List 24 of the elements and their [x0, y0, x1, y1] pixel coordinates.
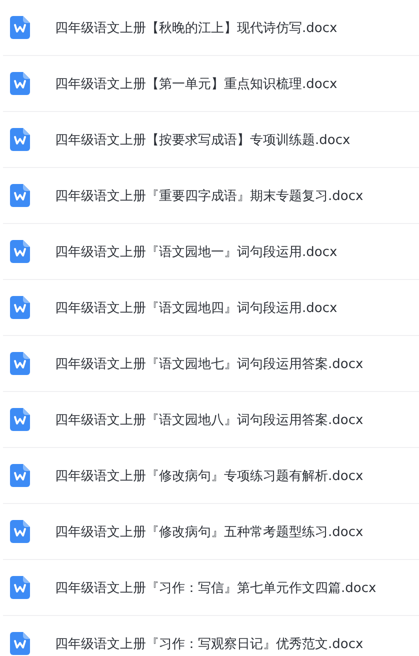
file-name[interactable]: 四年级语文上册『语文园地四』词句段运用.docx	[55, 298, 338, 316]
file-name[interactable]: 四年级语文上册『语文园地七』词句段运用答案.docx	[55, 354, 364, 372]
file-name[interactable]: 四年级语文上册【秋晚的江上】现代诗仿写.docx	[55, 18, 338, 36]
document-icon	[10, 520, 30, 543]
file-name[interactable]: 四年级语文上册【按要求写成语】专项训练题.docx	[55, 130, 350, 148]
document-icon	[10, 408, 30, 431]
document-icon	[10, 16, 30, 39]
document-icon	[10, 464, 30, 487]
document-icon	[10, 296, 30, 319]
document-icon	[10, 184, 30, 207]
document-icon	[10, 240, 30, 263]
document-icon	[10, 72, 30, 95]
document-icon	[10, 632, 30, 655]
file-name[interactable]: 四年级语文上册『习作：写观察日记』优秀范文.docx	[55, 634, 364, 652]
document-icon	[10, 128, 30, 151]
file-name[interactable]: 四年级语文上册『语文园地一』词句段运用.docx	[55, 242, 338, 260]
file-name[interactable]: 四年级语文上册『修改病句』五种常考题型练习.docx	[55, 522, 364, 540]
file-name[interactable]: 四年级语文上册『重要四字成语』期末专题复习.docx	[55, 186, 364, 204]
document-icon	[10, 352, 30, 375]
file-name[interactable]: 四年级语文上册『修改病句』专项练习题有解析.docx	[55, 466, 364, 484]
document-icon	[10, 576, 30, 599]
file-name[interactable]: 四年级语文上册【第一单元】重点知识梳理.docx	[55, 74, 338, 92]
file-name[interactable]: 四年级语文上册『习作：写信』第七单元作文四篇.docx	[55, 578, 376, 596]
file-name[interactable]: 四年级语文上册『语文园地八』词句段运用答案.docx	[55, 410, 364, 428]
